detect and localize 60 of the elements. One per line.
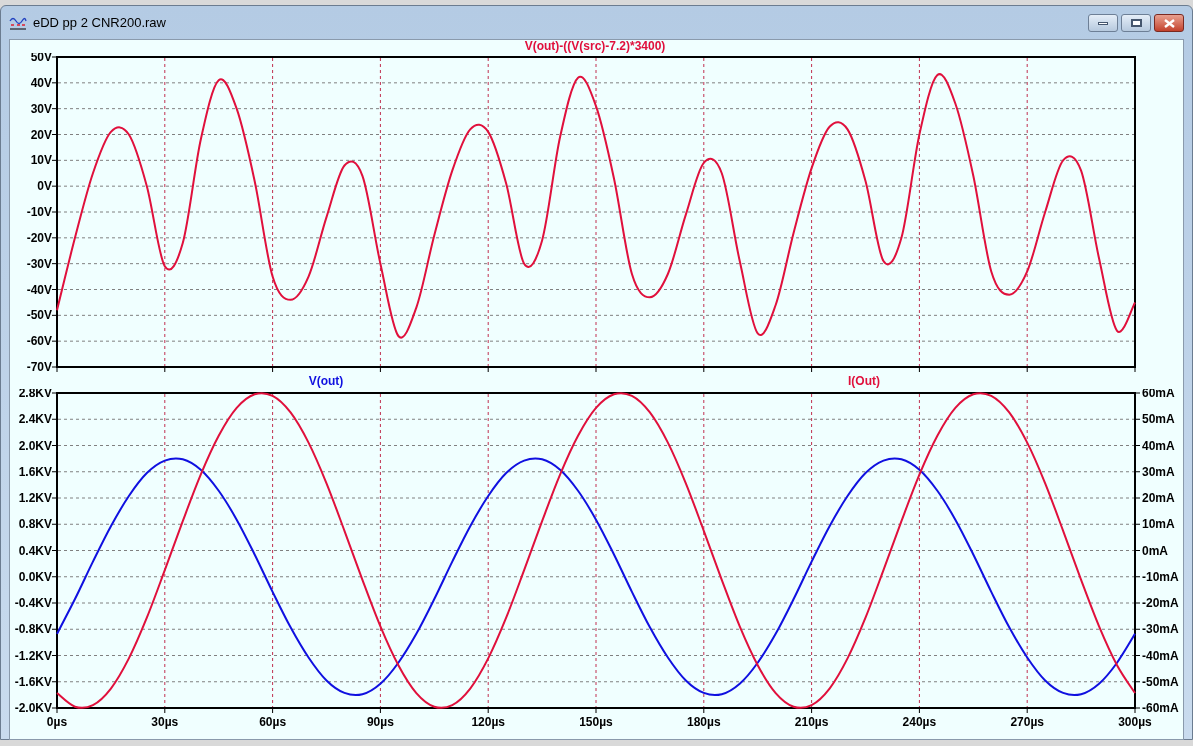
axis-tick-label: 0.8KV: [18, 517, 52, 532]
axis-tick-label: -1.2KV: [14, 648, 52, 663]
axis-tick-label: 300µs: [1118, 715, 1152, 729]
axis-tick-label: 120µs: [471, 715, 505, 729]
axis-tick-label: 50mA: [1142, 412, 1175, 427]
axis-tick-label: 210µs: [794, 715, 829, 729]
axis-tick-label: 10V: [30, 153, 52, 168]
close-icon: [1163, 18, 1175, 28]
axis-tick-label: -30mA: [1142, 622, 1179, 637]
axis-tick-label: 30µs: [151, 715, 179, 729]
axis-tick-label: -40V: [26, 282, 52, 297]
axis-tick-label: 0V: [37, 179, 52, 194]
axis-tick-label: -1.6KV: [14, 674, 52, 689]
minimize-icon: [1098, 21, 1108, 25]
axis-tick-label: 150µs: [579, 715, 613, 729]
axis-tick-label: -0.4KV: [14, 596, 52, 610]
axis-tick-label: 1.2KV: [18, 491, 52, 505]
trace-label: V(out)-((V(src)-7.2)*3400): [524, 40, 666, 53]
axis-tick-label: 40mA: [1142, 438, 1175, 453]
axis-tick-label: 270µs: [1010, 715, 1044, 729]
axis-tick-label: -20V: [26, 230, 52, 245]
axis-tick-label: 20mA: [1142, 491, 1175, 505]
axis-tick-label: 2.0KV: [18, 438, 52, 453]
axis-tick-label: 1.6KV: [18, 464, 52, 479]
axis-tick-label: 20V: [30, 127, 52, 142]
trace-label: V(out): [308, 373, 344, 389]
axis-tick-label: 0.0KV: [18, 569, 52, 584]
axis-tick-label: -60mA: [1142, 701, 1179, 715]
axis-tick-label: 0.4KV: [18, 543, 52, 558]
axis-tick-label: 0µs: [46, 715, 68, 729]
maximize-button[interactable]: [1121, 14, 1151, 32]
axis-tick-label: -2.0KV: [14, 701, 52, 715]
axis-tick-label: 90µs: [366, 715, 394, 729]
axis-tick-label: -10V: [26, 205, 52, 219]
axis-tick-label: 30V: [30, 101, 52, 116]
minimize-button[interactable]: [1088, 14, 1118, 32]
axis-tick-label: 0mA: [1142, 543, 1168, 558]
axis-tick-label: 60µs: [259, 715, 287, 729]
axis-tick-label: -50V: [26, 308, 52, 323]
axis-tick-label: 50V: [30, 53, 52, 64]
axis-tick-label: 10mA: [1142, 517, 1175, 532]
axis-tick-label: 40V: [30, 75, 52, 90]
axis-tick-label: -50mA: [1142, 674, 1179, 689]
axis-tick-label: -0.8KV: [14, 622, 52, 637]
axis-tick-label: 180µs: [687, 715, 721, 729]
axis-tick-label: 30mA: [1142, 464, 1175, 479]
maximize-icon: [1130, 19, 1142, 27]
trace-label: I(Out): [848, 373, 880, 389]
axis-tick-label: -60V: [26, 334, 52, 349]
axis-tick-label: 240µs: [902, 715, 937, 729]
window-title: eDD pp 2 CNR200.raw: [33, 13, 166, 32]
axis-tick-label: 2.8KV: [18, 389, 52, 400]
axis-tick-label: 60mA: [1142, 389, 1175, 400]
axis-tick-label: -20mA: [1142, 596, 1179, 610]
axis-tick-label: -30V: [26, 256, 52, 271]
close-button[interactable]: [1154, 14, 1184, 32]
axis-tick-label: -10mA: [1142, 569, 1179, 584]
axis-tick-label: 2.4KV: [18, 412, 52, 427]
axis-tick-label: -40mA: [1142, 648, 1179, 663]
axis-tick-label: -70V: [26, 360, 52, 373]
